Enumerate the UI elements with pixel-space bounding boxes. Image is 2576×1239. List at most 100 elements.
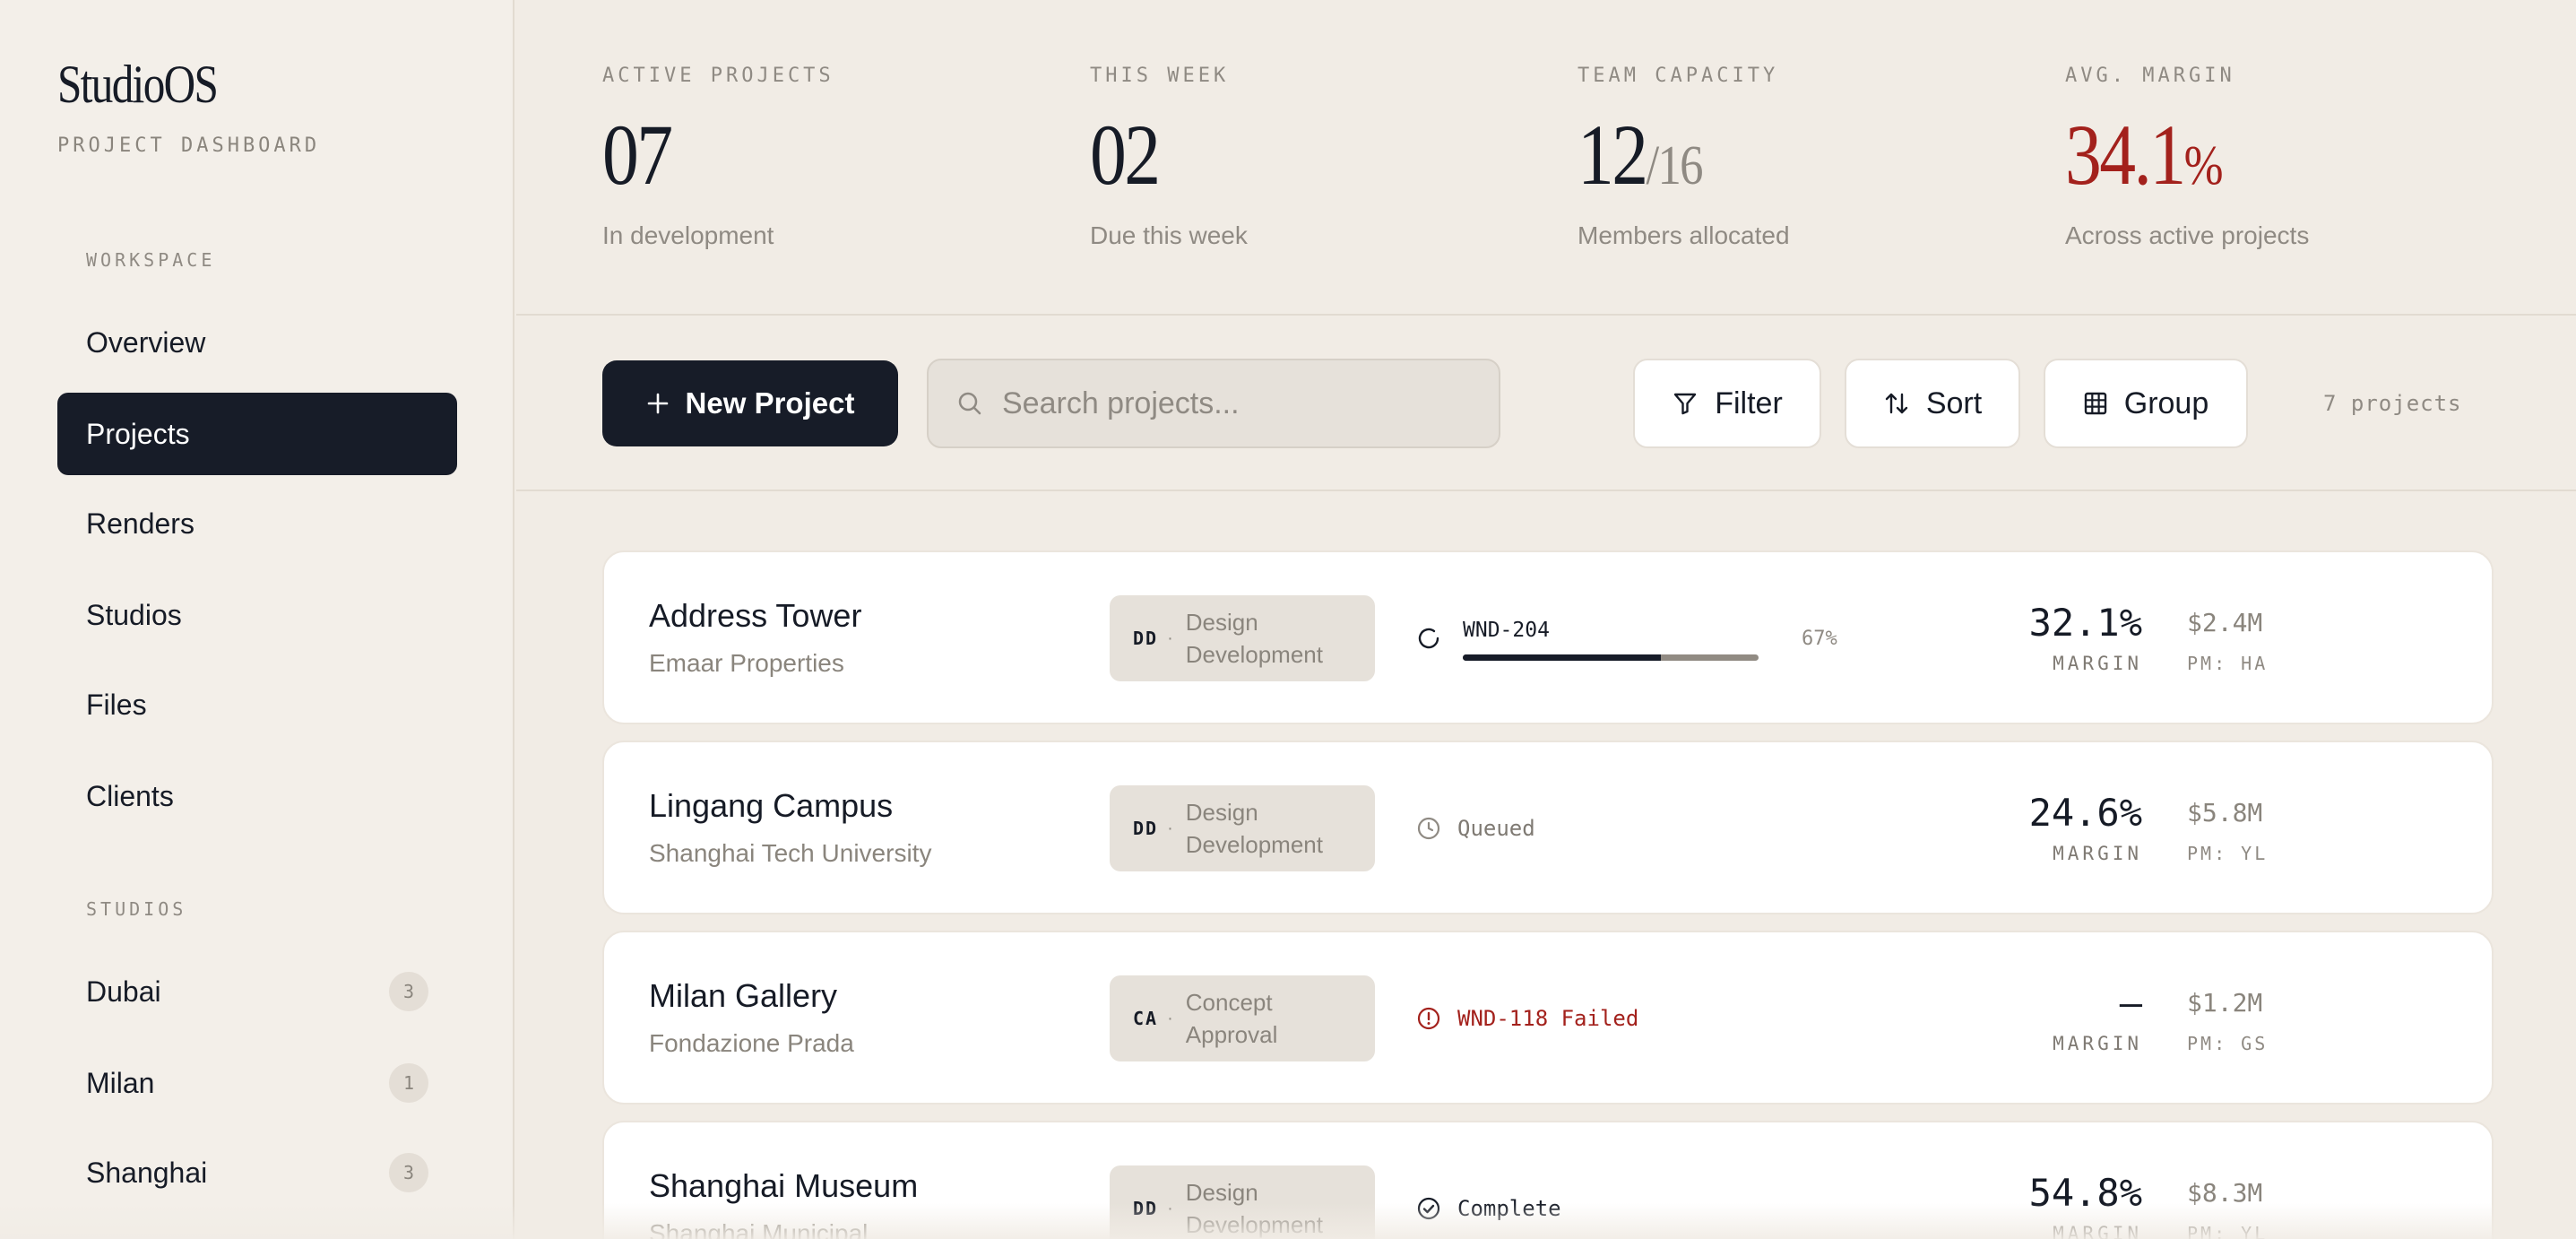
project-name[interactable]: Address Tower <box>649 597 861 635</box>
project-manager: PM: YL <box>2187 1223 2269 1239</box>
phase-separator: · <box>1167 818 1173 838</box>
new-project-button[interactable]: New Project <box>602 360 898 446</box>
studio-item-milan[interactable]: Milan 1 <box>57 1042 457 1124</box>
status-text: Complete <box>1457 1196 1561 1221</box>
search-input[interactable] <box>1002 386 1468 421</box>
nav-item-files[interactable]: Files <box>57 663 457 746</box>
nav-item-label: Projects <box>86 417 190 450</box>
nav-item-label: Renders <box>86 507 194 540</box>
stat-value: 02 <box>1090 107 1161 203</box>
phase-tag: CA · Concept Approval <box>1110 975 1375 1061</box>
stat-label: TEAM CAPACITY <box>1578 65 1779 87</box>
project-name[interactable]: Lingang Campus <box>649 787 893 825</box>
phase-code: DD <box>1133 628 1159 649</box>
render-progress-fill <box>1463 654 1662 661</box>
margin-label: MARGIN <box>2053 843 2142 864</box>
nav-item-label: Studios <box>86 598 182 631</box>
sort-button[interactable]: Sort <box>1845 359 2020 448</box>
project-row[interactable]: Milan Gallery Fondazione Prada CA · Conc… <box>602 931 2494 1105</box>
phase-name: Design Development <box>1185 609 1323 668</box>
filter-label: Filter <box>1715 386 1783 420</box>
phase-name: Design Development <box>1185 799 1323 858</box>
project-name[interactable]: Milan Gallery <box>649 977 837 1015</box>
project-manager: PM: GS <box>2187 1033 2269 1054</box>
project-client: Emaar Properties <box>649 649 844 677</box>
render-progress-text: 67% <box>1802 628 1837 650</box>
plus-icon <box>647 393 668 414</box>
budget-value: $1.2M <box>2187 988 2263 1018</box>
brand-subtitle: PROJECT DASHBOARD <box>57 134 321 157</box>
render-job: WND-204 <box>1463 619 1550 642</box>
margin-label: MARGIN <box>2053 653 2142 674</box>
group-button[interactable]: Group <box>2044 359 2248 448</box>
project-name[interactable]: Shanghai Museum <box>649 1167 918 1205</box>
margin-value: 24.6% <box>2028 791 2142 835</box>
phase-tag: DD · Design Development <box>1110 1165 1375 1239</box>
budget-value: $8.3M <box>2187 1178 2263 1208</box>
margin-label: MARGIN <box>2053 1223 2142 1239</box>
nav-item-label: Files <box>86 688 147 721</box>
project-row[interactable]: Address Tower Emaar Properties DD · Desi… <box>602 550 2494 724</box>
studio-name: Milan <box>86 1066 155 1099</box>
stat-label: ACTIVE PROJECTS <box>602 65 834 87</box>
studio-count-badge: 1 <box>389 1063 428 1103</box>
stats-header: ACTIVE PROJECTS 07 In development THIS W… <box>516 0 2576 316</box>
phase-separator: · <box>1167 628 1173 648</box>
stat-team-capacity: TEAM CAPACITY 12/16 Members allocated <box>1578 65 2026 250</box>
group-label: Group <box>2123 386 2209 420</box>
nav-item-label: Clients <box>86 779 174 812</box>
stat-avg-margin: AVG. MARGIN 34.1% Across active projects <box>2065 65 2513 250</box>
project-row[interactable]: Lingang Campus Shanghai Tech University … <box>602 741 2494 914</box>
phase-separator: · <box>1167 1198 1173 1218</box>
grid-icon <box>2084 392 2106 415</box>
stat-caption: In development <box>602 221 774 249</box>
project-manager: PM: HA <box>2187 653 2269 674</box>
render-status <box>1416 615 1441 662</box>
render-status: Complete <box>1416 1185 1561 1232</box>
stat-label: AVG. MARGIN <box>2065 65 2235 87</box>
margin-value: — <box>2119 981 2142 1025</box>
studio-item-dubai[interactable]: Dubai 3 <box>57 950 457 1033</box>
alert-circle-icon <box>1417 1007 1440 1030</box>
brand-logo[interactable]: StudioOS <box>57 54 219 116</box>
phase-tag: DD · Design Development <box>1110 595 1375 681</box>
stat-value-main: 12 <box>1578 107 1648 203</box>
toolbar: New Project Filter Sort Group 7 projects <box>516 317 2576 491</box>
studio-item-shanghai[interactable]: Shanghai 3 <box>57 1131 457 1214</box>
studios-section-label: STUDIOS <box>86 898 187 920</box>
render-progress-bar <box>1463 654 1759 661</box>
stat-caption: Across active projects <box>2065 221 2310 249</box>
search-box[interactable] <box>927 359 1500 448</box>
budget-value: $5.8M <box>2187 798 2263 827</box>
nav-item-renders[interactable]: Renders <box>57 482 457 565</box>
filter-button[interactable]: Filter <box>1633 359 1821 448</box>
stat-label: THIS WEEK <box>1090 65 1230 87</box>
margin-value: 32.1% <box>2028 601 2142 645</box>
nav-item-clients[interactable]: Clients <box>57 755 457 837</box>
check-circle-icon <box>1417 1197 1440 1220</box>
status-text: WND-118 Failed <box>1457 1006 1639 1031</box>
project-row[interactable]: Shanghai Museum Shanghai Municipal DD · … <box>602 1121 2494 1239</box>
status-text: Queued <box>1457 816 1535 841</box>
studio-name: Dubai <box>86 975 161 1008</box>
stat-value: 34.1% <box>2065 105 2513 203</box>
margin-value: 54.8% <box>2028 1171 2142 1215</box>
project-client: Fondazione Prada <box>649 1029 854 1057</box>
nav-item-projects[interactable]: Projects <box>57 393 457 475</box>
project-client: Shanghai Municipal <box>649 1219 869 1239</box>
stat-caption: Members allocated <box>1578 221 1790 249</box>
studio-count-badge: 3 <box>389 972 428 1011</box>
stat-value: 07 <box>602 107 673 203</box>
render-status: Queued <box>1416 805 1535 852</box>
filter-icon <box>1674 393 1697 415</box>
budget-value: $2.4M <box>2187 608 2263 637</box>
stat-this-week: THIS WEEK 02 Due this week <box>1090 65 1538 250</box>
stat-value-suffix: /16 <box>1646 135 1704 196</box>
nav-item-overview[interactable]: Overview <box>57 301 457 384</box>
phase-code: DD <box>1133 818 1159 839</box>
phase-name: Concept Approval <box>1185 989 1278 1048</box>
stat-active-projects: ACTIVE PROJECTS 07 In development <box>602 65 1050 250</box>
spinner-icon <box>1418 628 1439 649</box>
render-status: WND-118 Failed <box>1416 995 1638 1042</box>
nav-item-studios[interactable]: Studios <box>57 574 457 656</box>
